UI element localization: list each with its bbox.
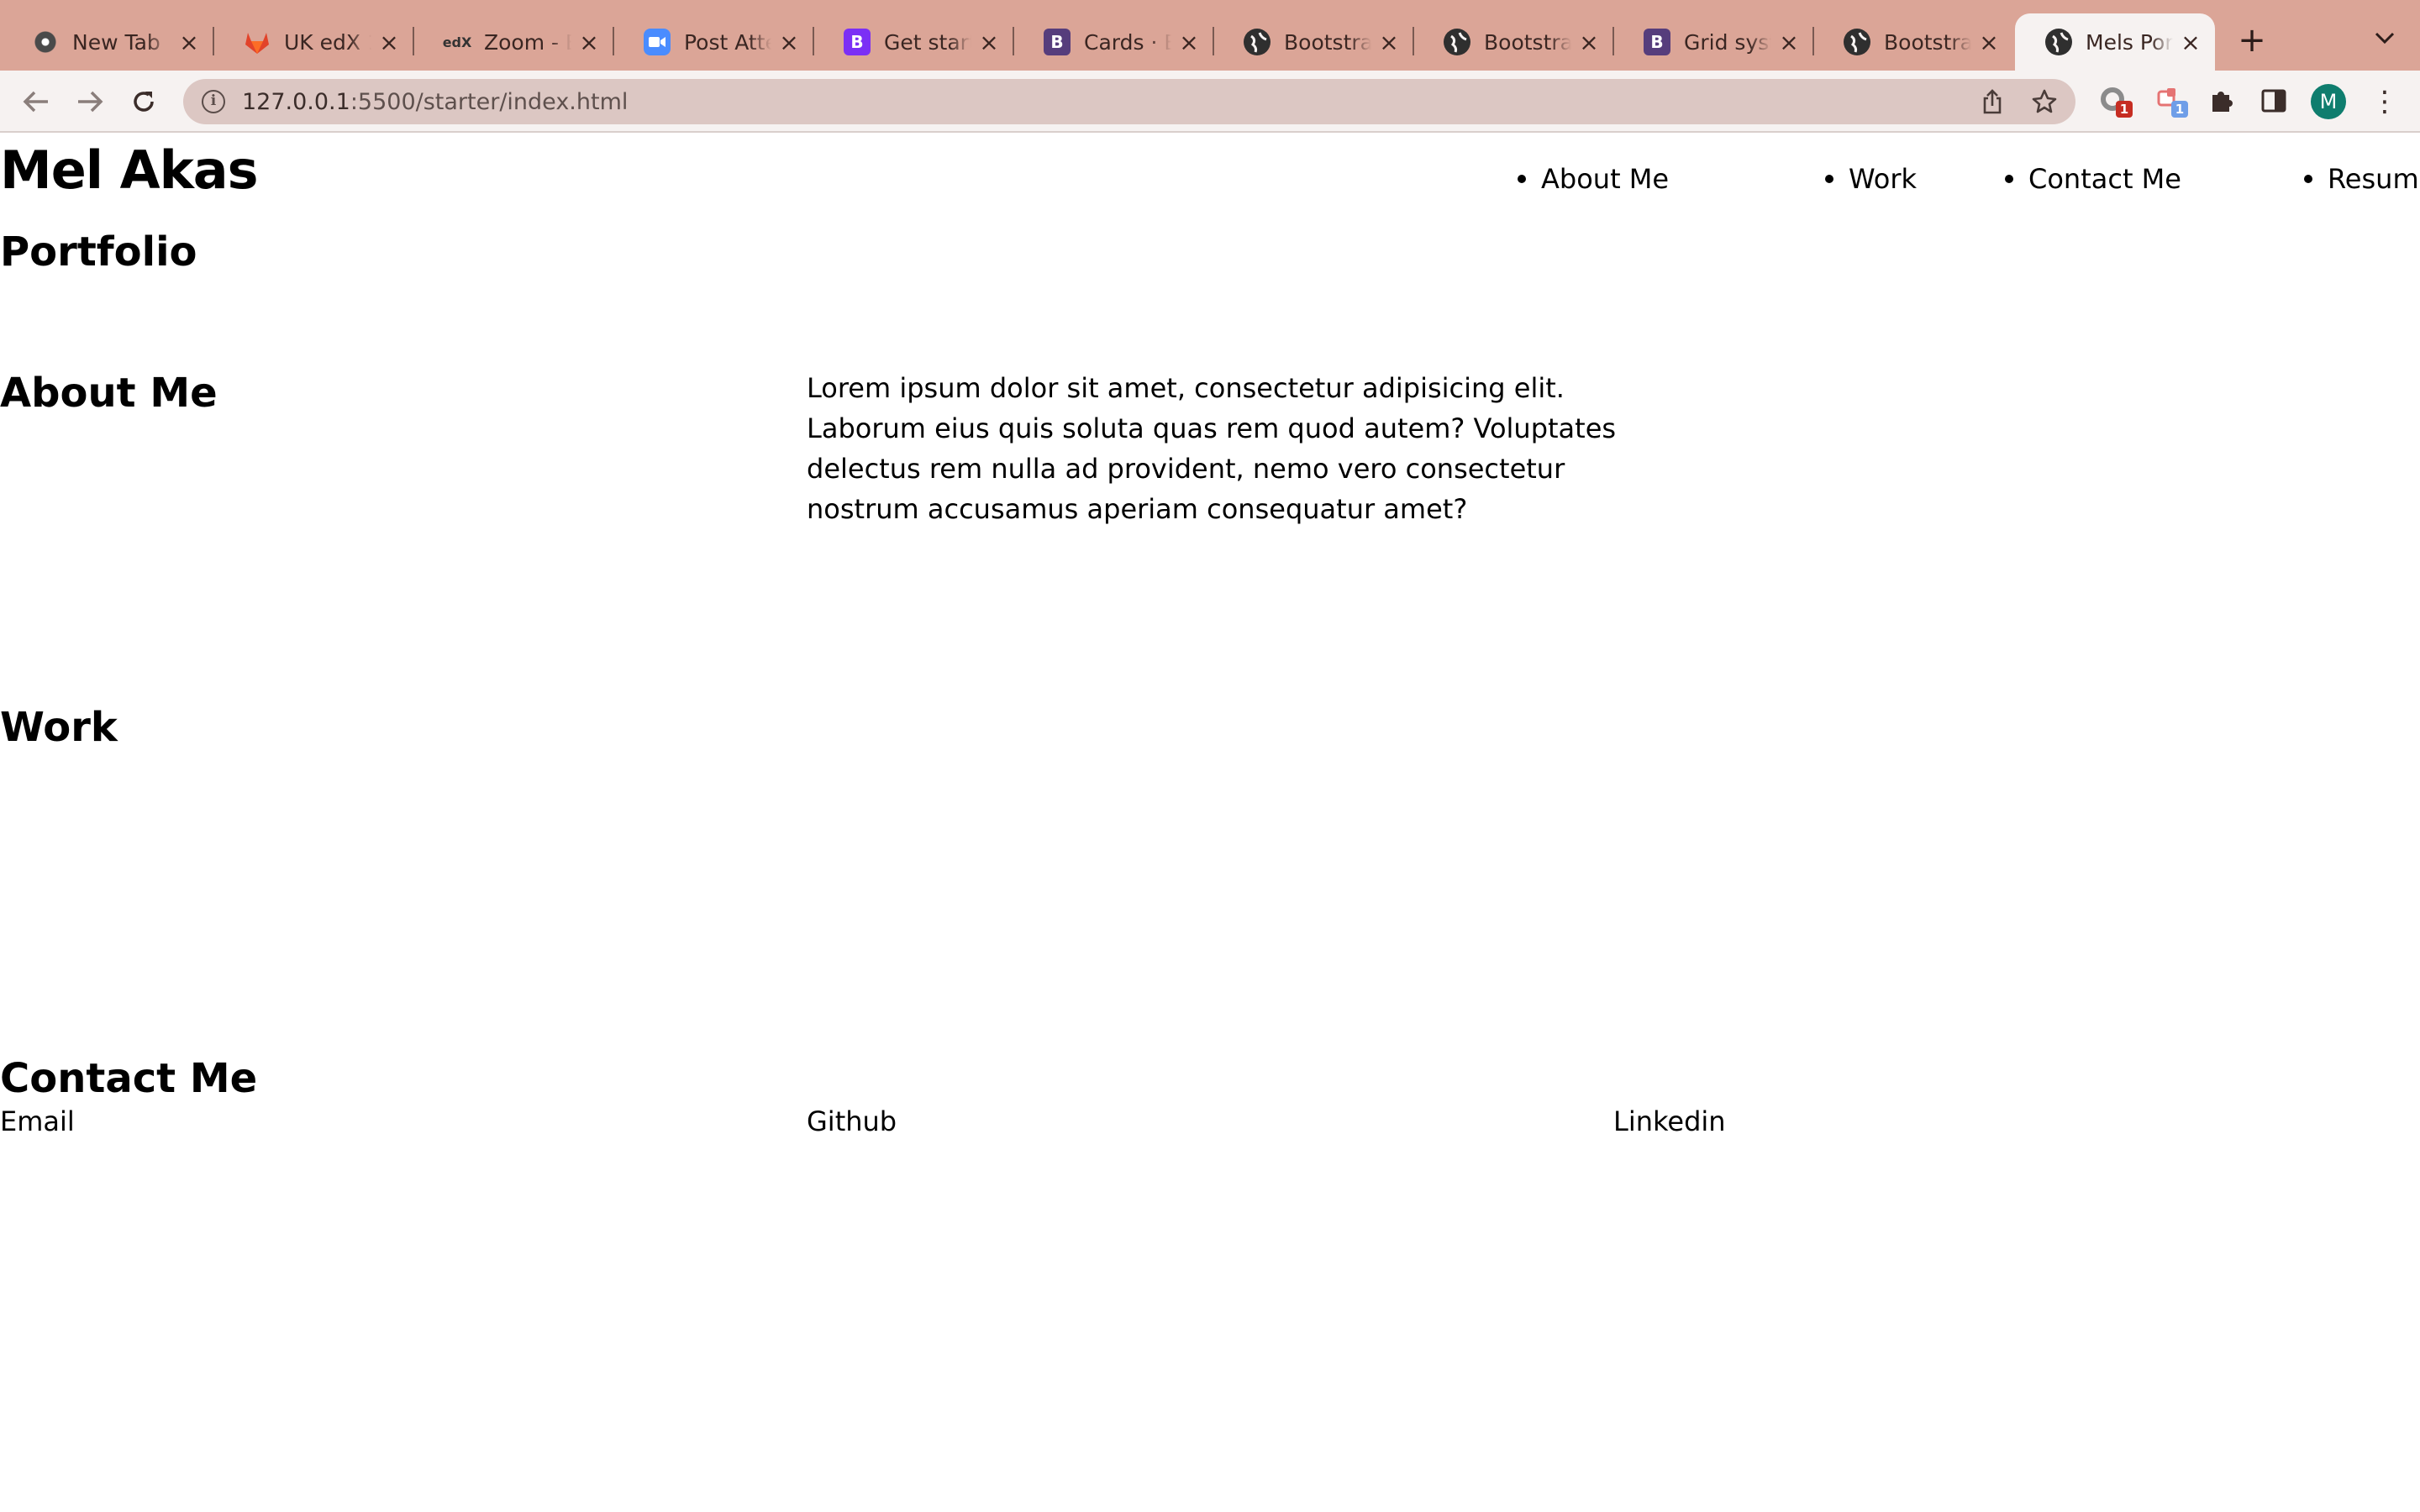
- nav-label[interactable]: Resume: [2328, 163, 2420, 195]
- close-icon[interactable]: ×: [1176, 29, 1202, 56]
- close-icon[interactable]: ×: [1576, 29, 1602, 56]
- globe-icon: [1444, 29, 1470, 55]
- address-bar[interactable]: i 127.0.0.1:5500/starter/index.html: [183, 79, 2075, 124]
- tab-title: Bootstrap: [1884, 29, 1971, 55]
- nav-item-contact-me[interactable]: Contact Me: [2005, 163, 2181, 195]
- globe-icon: [1244, 29, 1270, 55]
- bootstrap-icon: B: [844, 29, 871, 55]
- forward-arrow-icon: [78, 91, 103, 113]
- globe-icon: [1844, 29, 1870, 55]
- tab-title: New Tab: [72, 29, 160, 55]
- forward-button[interactable]: [71, 82, 109, 121]
- gitlab-icon: [244, 29, 271, 55]
- contact-heading: Contact Me: [0, 1055, 258, 1102]
- reload-icon: [134, 92, 154, 112]
- extension-button[interactable]: 1: [2096, 82, 2133, 119]
- tab-bootstrap-1[interactable]: Bootstrap ×: [1213, 13, 1414, 71]
- bullet-icon: [1825, 175, 1833, 183]
- tab-title: Post Atter: [684, 29, 771, 55]
- tab-strip: New Tab × UK edX 1 × edX Zoom - B × Post…: [0, 0, 2420, 71]
- tab-bootstrap-2[interactable]: Bootstrap ×: [1413, 13, 1614, 71]
- extension-badge: 1: [2116, 101, 2133, 118]
- bookmark-star-icon[interactable]: [2028, 86, 2060, 118]
- side-panel-button[interactable]: [2255, 82, 2292, 119]
- nav-item-resume[interactable]: Resume: [2304, 163, 2420, 195]
- close-icon[interactable]: ×: [1976, 29, 2002, 56]
- bootstrap-icon: B: [1044, 29, 1071, 55]
- about-heading: About Me: [0, 370, 218, 417]
- back-arrow-icon: [23, 91, 48, 113]
- contact-link-email[interactable]: Email: [0, 1105, 75, 1137]
- back-button[interactable]: [17, 82, 55, 121]
- tab-grid-system[interactable]: B Grid syste ×: [1613, 13, 1814, 71]
- tab-cards[interactable]: B Cards · Bo ×: [1013, 13, 1214, 71]
- about-text: Lorem ipsum dolor sit amet, consectetur …: [807, 372, 1617, 525]
- close-icon[interactable]: ×: [776, 29, 802, 56]
- nav-label[interactable]: Work: [1849, 163, 1917, 195]
- tab-title: Zoom - B: [484, 29, 571, 55]
- nav-item-about-me[interactable]: About Me: [1518, 163, 1669, 195]
- tab-title: Cards · Bo: [1084, 29, 1171, 55]
- contact-link-github[interactable]: Github: [807, 1105, 897, 1137]
- tab-new-tab[interactable]: New Tab ×: [2, 13, 214, 71]
- nav-label[interactable]: About Me: [1541, 163, 1669, 195]
- tab-title: Bootstrap: [1484, 29, 1571, 55]
- tab-uk-edx[interactable]: UK edX 1 ×: [213, 13, 414, 71]
- site-info-icon[interactable]: i: [202, 90, 225, 113]
- site-tagline: Portfolio: [0, 228, 197, 276]
- tab-get-started[interactable]: B Get starte ×: [813, 13, 1014, 71]
- tab-title: UK edX 1: [284, 29, 371, 55]
- extension-badge: 1: [2171, 101, 2188, 118]
- site-name: Mel Akas: [0, 139, 259, 201]
- puzzle-icon: [2212, 92, 2233, 112]
- side-panel-icon: [2261, 89, 2286, 113]
- tab-title: Bootstrap: [1284, 29, 1371, 55]
- close-icon[interactable]: ×: [1376, 29, 1402, 56]
- new-tab-button[interactable]: +: [2235, 24, 2269, 57]
- profile-avatar[interactable]: M: [2311, 84, 2346, 119]
- close-icon[interactable]: ×: [2178, 29, 2203, 56]
- edx-icon: edX: [442, 34, 472, 50]
- globe-icon: [2045, 29, 2072, 55]
- tab-title: Mels Port: [2086, 29, 2173, 55]
- tab-search-button[interactable]: [2370, 25, 2400, 55]
- close-icon[interactable]: ×: [376, 29, 402, 56]
- url-text: 127.0.0.1:5500/starter/index.html: [242, 88, 629, 115]
- extension-button[interactable]: 1: [2151, 82, 2188, 119]
- tab-title: Grid syste: [1684, 29, 1771, 55]
- nav-label[interactable]: Contact Me: [2028, 163, 2181, 195]
- bullet-icon: [1518, 175, 1526, 183]
- close-icon[interactable]: ×: [576, 29, 602, 56]
- bullet-icon: [2005, 175, 2013, 183]
- zoom-icon: [644, 29, 671, 55]
- chevron-down-icon: [2375, 32, 2395, 45]
- nav-item-work[interactable]: Work: [1825, 163, 1917, 195]
- chrome-icon: [32, 29, 59, 55]
- reload-button[interactable]: [124, 82, 163, 121]
- browser-toolbar: i 127.0.0.1:5500/starter/index.html 1 1 …: [0, 71, 2420, 133]
- contact-link-linkedin[interactable]: Linkedin: [1613, 1105, 1726, 1137]
- menu-kebab-icon[interactable]: ⋮: [2368, 84, 2402, 119]
- bullet-icon: [2304, 175, 2312, 183]
- work-heading: Work: [0, 704, 118, 751]
- tab-mels-portfolio[interactable]: Mels Port ×: [2015, 13, 2215, 71]
- tab-bootstrap-3[interactable]: Bootstrap ×: [1813, 13, 2013, 71]
- tab-post-attendance[interactable]: Post Atter ×: [613, 13, 814, 71]
- tab-title: Get starte: [884, 29, 971, 55]
- tab-zoom[interactable]: edX Zoom - B ×: [413, 13, 614, 71]
- extensions-menu-button[interactable]: [2203, 82, 2240, 119]
- close-icon[interactable]: ×: [976, 29, 1002, 56]
- close-icon[interactable]: ×: [176, 29, 202, 56]
- close-icon[interactable]: ×: [1776, 29, 1802, 56]
- page-viewport: Mel Akas Portfolio About Me Work Contact…: [0, 134, 2420, 1512]
- share-icon[interactable]: [1976, 86, 2008, 118]
- bootstrap-icon: B: [1644, 29, 1670, 55]
